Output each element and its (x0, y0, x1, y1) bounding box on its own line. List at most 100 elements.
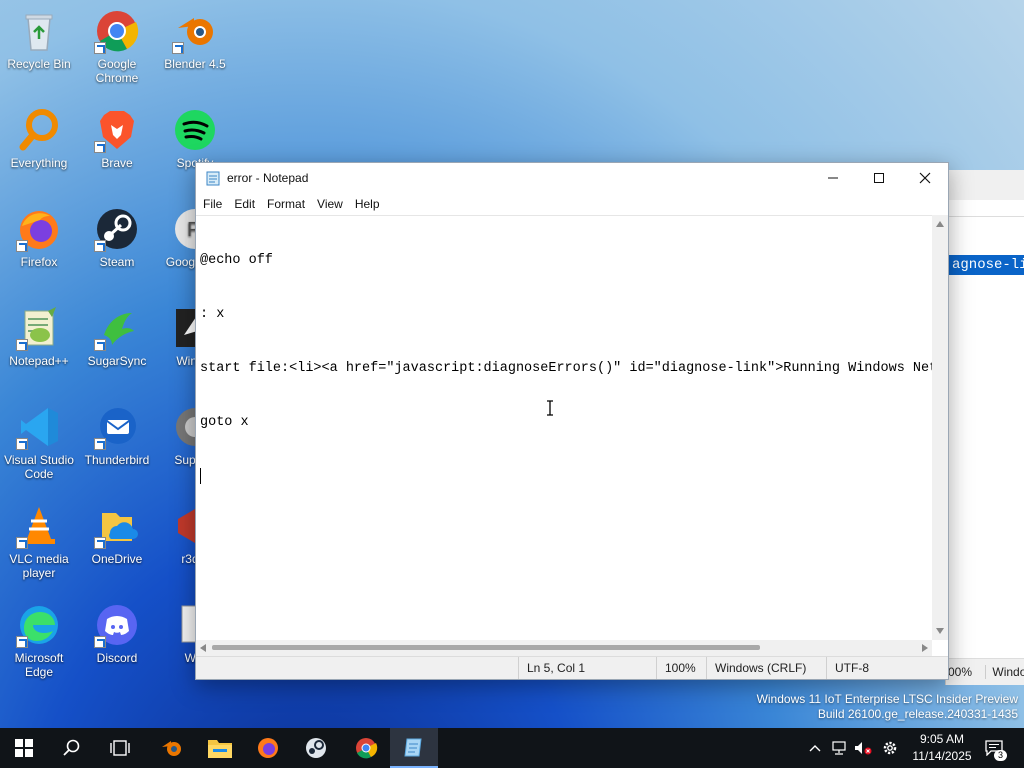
thunderbird-icon (94, 404, 140, 450)
desktop-icon-sugarsync[interactable]: SugarSync (78, 301, 156, 368)
menu-view[interactable]: View (311, 193, 349, 215)
desktop-icon-vscode[interactable]: Visual Studio Code (0, 400, 78, 481)
show-hidden-icons-button[interactable] (804, 728, 826, 768)
notification-count-badge: 3 (994, 750, 1007, 761)
maximize-icon (874, 173, 884, 183)
minimize-icon (828, 177, 838, 179)
text-line-current (200, 468, 932, 486)
everything-icon (16, 107, 62, 153)
desktop-icon-vlc[interactable]: VLC media player (0, 499, 78, 580)
background-window-statusbar: 00% Windo (946, 658, 1024, 685)
scroll-up-icon[interactable] (936, 221, 944, 227)
ibeam-cursor-icon (547, 400, 553, 416)
status-cursor-position: Ln 5, Col 1 (518, 657, 585, 679)
desktop-icon-everything[interactable]: Everything (0, 103, 78, 170)
scroll-left-icon[interactable] (200, 644, 206, 652)
notification-center-button[interactable]: 3 (980, 728, 1008, 768)
scroll-right-icon[interactable] (922, 644, 928, 652)
taskbar-blender[interactable] (148, 728, 196, 768)
search-icon (63, 739, 80, 756)
recycle-bin-icon (16, 8, 62, 54)
notepad-icon (404, 738, 422, 757)
vertical-scrollbar[interactable] (932, 215, 948, 640)
blender-icon (162, 741, 181, 756)
volume-button[interactable] (852, 728, 874, 768)
notepad-plus-plus-icon (16, 305, 62, 351)
taskbar-chrome[interactable] (342, 728, 390, 768)
status-line-ending: Windows (CRLF) (706, 657, 806, 679)
desktop-icon-recycle-bin[interactable]: Recycle Bin (0, 4, 78, 71)
search-button[interactable] (48, 728, 96, 768)
spotify-icon (172, 107, 218, 153)
onedrive-icon (94, 503, 140, 549)
desktop-icon-notepad-plus-plus[interactable]: Notepad++ (0, 301, 78, 368)
notepad-app-icon (206, 171, 220, 186)
taskbar-steam[interactable] (292, 728, 340, 768)
volume-muted-icon (855, 742, 872, 755)
steam-icon (306, 738, 326, 758)
settings-button[interactable] (878, 728, 902, 768)
taskbar-firefox[interactable] (244, 728, 292, 768)
task-view-icon (110, 740, 130, 756)
status-zoom: 100% (656, 657, 696, 679)
text-editor-area[interactable]: @echo off : x start file:<li><a href="ja… (196, 215, 932, 641)
vscode-icon (16, 404, 62, 450)
edge-icon (16, 602, 62, 648)
text-line: start file:<li><a href="javascript:diagn… (200, 361, 932, 376)
network-icon (832, 741, 846, 755)
taskbar-clock[interactable]: 9:05 AM 11/14/2025 (906, 731, 978, 765)
notepad-window[interactable]: error - Notepad File Edit Format View He… (195, 162, 949, 680)
windows-logo-icon (15, 739, 33, 757)
sugarsync-icon (94, 305, 140, 351)
desktop-icon-brave[interactable]: Brave (78, 103, 156, 170)
gear-icon (883, 741, 897, 755)
desktop-icon-discord[interactable]: Discord (78, 598, 156, 665)
window-title: error - Notepad (227, 171, 309, 185)
taskbar-notepad[interactable] (390, 728, 438, 768)
close-icon (919, 172, 931, 184)
desktop-icon-chrome[interactable]: Google Chrome (78, 4, 156, 85)
desktop-icon-steam[interactable]: Steam (78, 202, 156, 269)
desktop-icon-thunderbird[interactable]: Thunderbird (78, 400, 156, 467)
horizontal-scrollbar[interactable] (196, 640, 932, 656)
scroll-down-icon[interactable] (936, 628, 944, 634)
folder-icon (208, 740, 232, 758)
blender-icon (172, 8, 218, 54)
text-line: goto x (200, 415, 249, 430)
desktop-icon-blender[interactable]: Blender 4.5 (156, 4, 234, 71)
menu-bar: File Edit Format View Help (196, 193, 948, 215)
firefox-icon (258, 738, 278, 758)
background-window-selected-text: agnose-lin (948, 255, 1024, 275)
task-view-button[interactable] (96, 728, 144, 768)
text-caret (200, 468, 201, 484)
desktop-icon-onedrive[interactable]: OneDrive (78, 499, 156, 566)
chevron-up-icon (809, 745, 821, 752)
desktop-icon-firefox[interactable]: Firefox (0, 202, 78, 269)
brave-icon (94, 107, 140, 153)
menu-help[interactable]: Help (349, 193, 386, 215)
text-line: @echo off (200, 253, 273, 268)
windows-watermark: Windows 11 IoT Enterprise LTSC Insider P… (756, 692, 1018, 721)
status-bar: Ln 5, Col 1 100% Windows (CRLF) UTF-8 (196, 656, 948, 679)
close-button[interactable] (902, 163, 948, 193)
network-button[interactable] (828, 728, 850, 768)
text-line: : x (200, 307, 225, 322)
menu-edit[interactable]: Edit (228, 193, 261, 215)
status-encoding: UTF-8 (826, 657, 869, 679)
steam-icon (94, 206, 140, 252)
maximize-button[interactable] (856, 163, 902, 193)
start-button[interactable] (0, 728, 48, 768)
background-window[interactable]: agnose-lin 00% Windo (945, 170, 1024, 685)
chrome-icon (356, 738, 378, 759)
chrome-icon (94, 8, 140, 54)
notepad-titlebar[interactable]: error - Notepad (196, 163, 948, 193)
firefox-icon (16, 206, 62, 252)
menu-file[interactable]: File (197, 193, 228, 215)
minimize-button[interactable] (810, 163, 856, 193)
desktop-icon-edge[interactable]: Microsoft Edge (0, 598, 78, 679)
taskbar: 9:05 AM 11/14/2025 3 (0, 728, 1024, 768)
horizontal-scroll-thumb[interactable] (212, 645, 760, 650)
desktop-icon-spotify[interactable]: Spotify (156, 103, 234, 170)
taskbar-file-explorer[interactable] (196, 728, 244, 768)
menu-format[interactable]: Format (261, 193, 311, 215)
